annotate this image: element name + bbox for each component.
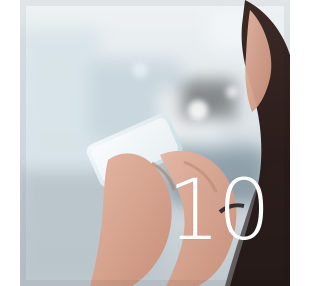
overlay-number: 10 <box>167 161 271 259</box>
photo-frame: 10 <box>20 0 290 286</box>
